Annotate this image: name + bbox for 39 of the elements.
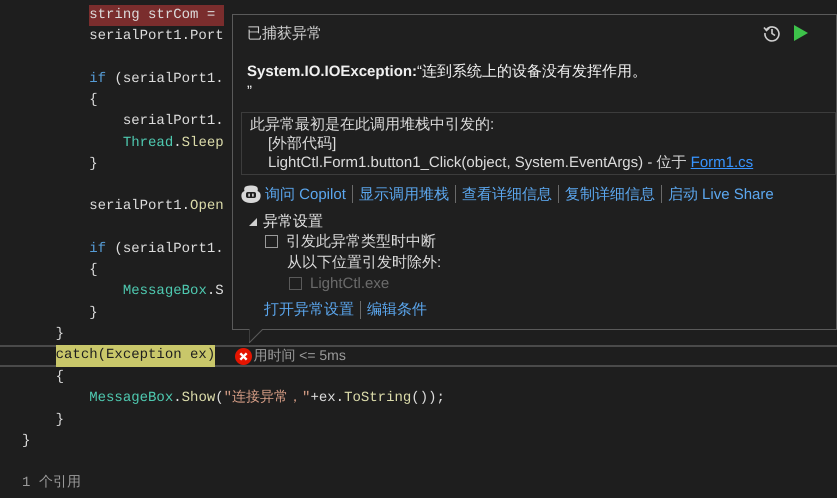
- action-link[interactable]: 复制详细信息: [564, 184, 655, 204]
- code-line: if (serialPort1.: [89, 70, 224, 89]
- reference-count[interactable]: 1 个引用: [22, 473, 81, 494]
- settings-toggle[interactable]: 异常设置: [241, 212, 836, 231]
- code-line: {: [56, 368, 64, 387]
- code-line: }: [56, 410, 64, 430]
- code-line: serialPort1.Port: [89, 27, 224, 46]
- settings-link[interactable]: 打开异常设置: [264, 299, 354, 320]
- stack-frame: LightCtl.Form1.button1_Click(object, System.EventArgs) - 位于 Form1.cs: [250, 153, 827, 172]
- code-line: }: [56, 324, 64, 344]
- code-line: {: [89, 261, 98, 280]
- code-line: serialPort1.Open: [89, 197, 224, 216]
- stack-frame: [外部代码]: [250, 134, 827, 153]
- code-line: MessageBox.Show("连接异常，"+ex.ToString());: [89, 388, 445, 408]
- elapsed-time: 用时间 <= 5ms: [253, 346, 346, 366]
- checkbox: LightCtl.exe: [241, 273, 836, 294]
- action-link[interactable]: 询问 Copilot: [241, 184, 346, 204]
- settings-link[interactable]: 编辑条件: [367, 299, 427, 320]
- except-label: 从以下位置引发时除外:: [286, 253, 442, 273]
- code-line: if (serialPort1.: [89, 240, 224, 259]
- code-line: }: [89, 304, 98, 322]
- source-file-link[interactable]: Form1.cs: [690, 154, 754, 171]
- code-line: {: [89, 91, 98, 110]
- code-line: serialPort1.: [122, 112, 224, 132]
- code-line: Thread.Sleep: [122, 134, 224, 152]
- exception-message: System.IO.IOException:“连到系统上的设备没有发挥作用。 ”: [246, 62, 648, 102]
- action-link[interactable]: 显示调用堆栈: [358, 184, 449, 204]
- action-link[interactable]: 启动 Live Share: [668, 184, 774, 204]
- history-icon[interactable]: [762, 23, 782, 43]
- code-line: }: [22, 432, 30, 451]
- code-line: }: [89, 154, 98, 174]
- copilot-icon: [241, 185, 261, 203]
- call-stack-heading: 此异常最初是在此调用堆栈中引发的:: [250, 115, 496, 134]
- continue-icon[interactable]: [794, 25, 808, 41]
- popup-title: 已捕获异常: [247, 24, 322, 42]
- expand-caret-icon: [249, 218, 257, 226]
- checkbox[interactable]: 引发此异常类型时中断: [241, 231, 836, 252]
- code-line: MessageBox.S: [122, 282, 224, 302]
- action-link[interactable]: 查看详细信息: [462, 184, 552, 204]
